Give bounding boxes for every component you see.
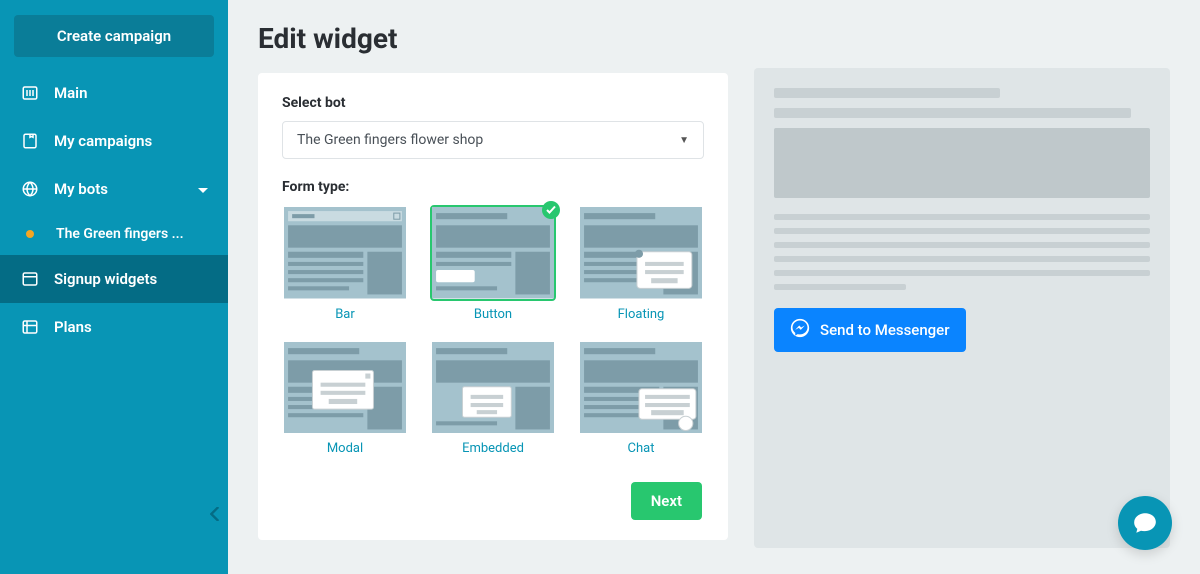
sidebar-item-label: My bots (54, 180, 108, 198)
skeleton-line (774, 228, 1150, 234)
sidebar-item-label: Signup widgets (54, 270, 157, 288)
send-to-messenger-button[interactable]: Send to Messenger (774, 308, 966, 352)
sidebar-item-campaigns[interactable]: My campaigns (0, 117, 228, 165)
skeleton-line (774, 242, 1150, 248)
sliders-icon (20, 83, 40, 103)
tile-label: Floating (578, 307, 704, 322)
tile-label: Embedded (430, 441, 556, 456)
help-chat-button[interactable] (1118, 496, 1172, 550)
globe-icon (20, 179, 40, 199)
sidebar-subitem-label: The Green fingers ... (56, 226, 184, 242)
next-button[interactable]: Next (631, 482, 702, 520)
messenger-icon (790, 318, 810, 342)
skeleton-line (774, 284, 906, 290)
check-icon (542, 201, 560, 219)
tile-label: Bar (282, 307, 408, 322)
sidebar: Create campaign Main My campaigns My bot… (0, 0, 228, 574)
sidebar-subitem-bot[interactable]: The Green fingers ... (0, 213, 228, 255)
skeleton-line (774, 108, 1131, 118)
sidebar-item-main[interactable]: Main (0, 69, 228, 117)
page-title: Edit widget (258, 22, 728, 55)
sidebar-item-label: Main (54, 84, 87, 102)
tile-label: Modal (282, 441, 408, 456)
collapse-sidebar-button[interactable] (210, 505, 222, 526)
main-content: Edit widget Select bot The Green fingers… (228, 0, 1200, 574)
form-type-tile-floating[interactable]: Floating (578, 205, 704, 322)
create-campaign-button[interactable]: Create campaign (14, 15, 214, 57)
tile-label: Button (430, 307, 556, 322)
caret-down-icon (198, 180, 208, 198)
skeleton-line (774, 270, 1150, 276)
form-type-tile-modal[interactable]: Modal (282, 340, 408, 457)
sidebar-item-bots[interactable]: My bots (0, 165, 228, 213)
widget-icon (20, 269, 40, 289)
plans-icon (20, 317, 40, 337)
sidebar-nav: Main My campaigns My bots The Green fing… (0, 69, 228, 351)
dropdown-arrow-icon: ▼ (679, 135, 689, 146)
select-bot-label: Select bot (282, 95, 704, 111)
preview-panel: Send to Messenger (754, 68, 1170, 548)
messenger-button-label: Send to Messenger (820, 321, 950, 339)
edit-widget-card: Select bot The Green fingers flower shop… (258, 73, 728, 540)
sidebar-item-plans[interactable]: Plans (0, 303, 228, 351)
status-dot-icon (26, 230, 34, 238)
bot-select-value: The Green fingers flower shop (297, 132, 483, 148)
form-type-tile-embedded[interactable]: Embedded (430, 340, 556, 457)
tile-label: Chat (578, 441, 704, 456)
bot-select[interactable]: The Green fingers flower shop ▼ (282, 121, 704, 159)
chat-bubble-icon (1132, 510, 1158, 536)
skeleton-line (774, 256, 1150, 262)
skeleton-line (774, 88, 1000, 98)
skeleton-line (774, 214, 1150, 220)
left-column: Edit widget Select bot The Green fingers… (258, 22, 728, 552)
skeleton-hero (774, 128, 1150, 198)
form-type-tile-bar[interactable]: Bar (282, 205, 408, 322)
campaigns-icon (20, 131, 40, 151)
form-type-tile-button[interactable]: Button (430, 205, 556, 322)
sidebar-item-label: Plans (54, 318, 92, 336)
sidebar-item-signup-widgets[interactable]: Signup widgets (0, 255, 228, 303)
form-type-label: Form type: (282, 179, 704, 195)
form-type-grid: Bar (282, 205, 704, 456)
form-type-tile-chat[interactable]: Chat (578, 340, 704, 457)
sidebar-item-label: My campaigns (54, 132, 152, 150)
